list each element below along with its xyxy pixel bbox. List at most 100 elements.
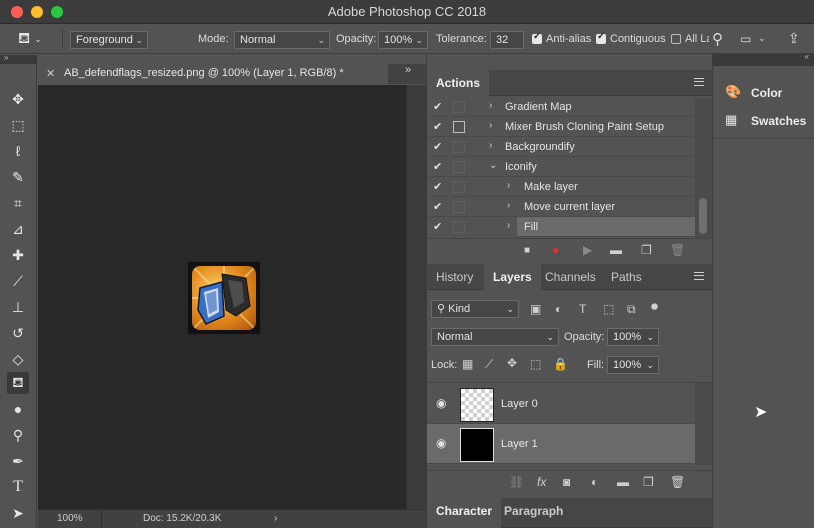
pen-tool-icon[interactable]: ✒ — [7, 450, 29, 472]
dialog-toggle[interactable] — [453, 201, 465, 213]
double-chevron-right-icon[interactable]: » — [405, 64, 411, 76]
document-tab[interactable]: ✕ AB_defendflags_resized.png @ 100% (Lay… — [38, 64, 388, 84]
list-item[interactable]: ✔ › Make layer — [427, 177, 695, 197]
fx-icon[interactable]: fx — [537, 475, 546, 489]
blur-tool-icon[interactable]: ● — [7, 398, 29, 420]
pattern-picker[interactable] — [152, 31, 188, 49]
clone-stamp-tool-icon[interactable]: ⊥ — [7, 296, 29, 318]
dialog-toggle[interactable] — [453, 161, 465, 173]
list-item[interactable]: ✔ › Move current layer — [427, 197, 695, 217]
lock-position-icon[interactable]: ✥ — [507, 356, 517, 370]
close-icon[interactable]: ✕ — [46, 67, 55, 80]
dialog-toggle[interactable] — [453, 121, 465, 133]
chevron-right-icon[interactable]: › — [489, 100, 492, 111]
tab-paths[interactable]: Paths — [602, 264, 651, 290]
lock-artboard-icon[interactable]: ⬚ — [530, 357, 541, 371]
list-item[interactable]: ✔ › — [427, 217, 517, 237]
layer-row-selected[interactable]: ◉ Layer 1 — [427, 424, 695, 464]
crop-tool-icon[interactable]: ⌗ — [7, 192, 29, 214]
swatches-panel-button[interactable]: ▦ Swatches — [713, 106, 814, 134]
actions-scroll-thumb[interactable] — [699, 198, 707, 234]
lasso-tool-icon[interactable]: ℓ — [7, 140, 29, 162]
check-icon[interactable]: ✔ — [433, 120, 442, 133]
doc-size-info[interactable]: Doc: 15.2K/20.3K — [143, 513, 221, 524]
history-brush-tool-icon[interactable]: ↺ — [7, 322, 29, 344]
search-icon[interactable]: ⚲ — [712, 30, 723, 48]
adjustment-filter-icon[interactable]: ◐ — [555, 302, 562, 316]
healing-brush-tool-icon[interactable]: ✚ — [7, 244, 29, 266]
contiguous-checkbox[interactable] — [596, 31, 606, 44]
list-item-selected[interactable] — [517, 217, 695, 237]
lock-image-icon[interactable]: ⟋ — [485, 357, 493, 372]
tab-actions[interactable]: Actions — [427, 70, 490, 96]
new-action-icon[interactable]: ❐ — [641, 243, 652, 257]
toolbar-collapse-strip[interactable]: » — [0, 53, 37, 64]
panel-collapse-strip[interactable]: « — [713, 52, 814, 66]
adjustment-layer-icon[interactable]: ◐ — [591, 475, 598, 489]
vertical-scrollbar[interactable] — [406, 85, 426, 509]
dodge-tool-icon[interactable]: ⚲ — [7, 424, 29, 446]
list-item[interactable]: ✔ › Gradient Map — [427, 97, 695, 117]
tab-character[interactable]: Character — [427, 498, 502, 528]
tab-history[interactable]: History — [427, 264, 482, 290]
layer-row[interactable]: ◉ Layer 0 — [427, 384, 695, 424]
type-tool-icon[interactable]: T — [7, 476, 29, 498]
workspace-icon[interactable]: ▭ — [740, 32, 751, 46]
chevron-down-icon[interactable]: ⌄ — [758, 33, 766, 44]
filter-toggle-icon[interactable]: ⏺ — [651, 298, 658, 315]
chevron-right-icon[interactable]: › — [507, 180, 510, 191]
link-icon[interactable]: ⛓ — [509, 475, 524, 489]
dialog-toggle[interactable] — [453, 221, 465, 233]
document-image[interactable] — [188, 262, 260, 334]
trash-icon[interactable]: 🗑 — [670, 243, 685, 257]
eye-icon[interactable]: ◉ — [436, 436, 446, 450]
eraser-tool-icon[interactable]: ◇ — [7, 348, 29, 370]
folder-icon[interactable]: ▬ — [610, 243, 622, 257]
panel-menu-icon[interactable] — [694, 78, 704, 86]
list-item[interactable]: ✔ › Mixer Brush Cloning Paint Setup — [427, 117, 695, 137]
tab-channels[interactable]: Channels — [536, 264, 605, 290]
check-icon[interactable]: ✔ — [433, 140, 442, 153]
fill-source-select[interactable]: Foreground ⌄ — [70, 31, 148, 49]
paint-bucket-preset-picker[interactable]: ⛾ ⌄ — [18, 24, 42, 54]
tolerance-field[interactable]: 32 — [490, 31, 524, 49]
shape-filter-icon[interactable]: ⬚ — [603, 302, 614, 316]
share-icon[interactable]: ⇪ — [788, 30, 800, 47]
chevron-right-icon[interactable]: › — [274, 513, 277, 524]
check-icon[interactable]: ✔ — [433, 200, 442, 213]
lock-all-icon[interactable]: 🔒 — [553, 357, 568, 371]
mask-icon[interactable]: ◙ — [563, 475, 570, 489]
chevron-right-icon[interactable]: › — [507, 220, 510, 231]
panel-menu-icon[interactable] — [694, 272, 704, 280]
check-icon[interactable]: ✔ — [433, 220, 442, 233]
brush-tool-icon[interactable]: ⟋ — [7, 270, 29, 292]
chevron-right-icon[interactable]: › — [489, 140, 492, 151]
zoom-level[interactable]: 100% — [57, 513, 83, 524]
all-layers-checkbox[interactable] — [671, 34, 681, 44]
antialias-checkbox[interactable] — [532, 31, 542, 44]
chevron-right-icon[interactable]: › — [507, 200, 510, 211]
opacity-field[interactable]: 100% ⌄ — [378, 31, 428, 49]
check-icon[interactable]: ✔ — [433, 180, 442, 193]
paint-bucket-tool-icon[interactable]: ⛾ — [7, 372, 29, 394]
type-filter-icon[interactable]: T — [579, 302, 586, 316]
dialog-toggle[interactable] — [453, 181, 465, 193]
pixel-filter-icon[interactable]: ▣ — [530, 302, 541, 316]
quick-selection-tool-icon[interactable]: ✎ — [7, 166, 29, 188]
color-panel-button[interactable]: 🎨 Color — [713, 78, 814, 106]
folder-icon[interactable]: ▬ — [617, 475, 629, 489]
trash-icon[interactable]: 🗑 — [670, 475, 685, 489]
fill-field[interactable]: 100% ⌄ — [607, 356, 659, 374]
chevron-down-icon[interactable]: ⌄ — [489, 160, 497, 171]
record-icon[interactable]: ● — [552, 243, 559, 257]
tab-layers[interactable]: Layers — [484, 264, 541, 290]
check-icon[interactable]: ✔ — [433, 100, 442, 113]
new-layer-icon[interactable]: ❐ — [643, 475, 654, 489]
chevron-right-icon[interactable]: › — [489, 120, 492, 131]
tab-paragraph[interactable]: Paragraph — [495, 498, 572, 528]
play-icon[interactable]: ▶ — [583, 243, 592, 257]
eye-icon[interactable]: ◉ — [436, 396, 446, 410]
layers-scrollbar[interactable] — [695, 383, 712, 465]
list-item[interactable]: ✔ › Backgroundify — [427, 137, 695, 157]
stop-icon[interactable]: ■ — [524, 245, 530, 256]
